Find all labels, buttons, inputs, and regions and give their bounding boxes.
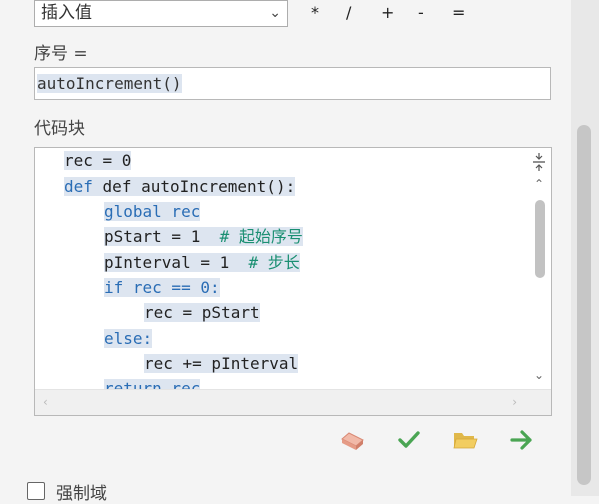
code-block-editor[interactable]: rec = 0 def def autoIncrement(): global … — [34, 147, 552, 416]
code-text: else: — [104, 329, 153, 348]
code-scroll-thumb[interactable] — [535, 200, 545, 278]
field-label: 序号 = — [34, 44, 88, 64]
open-button[interactable] — [449, 424, 481, 456]
code-line: pInterval = 1 # 步长 — [104, 250, 300, 275]
expression-input[interactable]: autoIncrement() — [34, 67, 551, 100]
verify-button[interactable] — [393, 424, 425, 456]
code-text: rec += pInterval — [144, 354, 299, 373]
arrow-right-icon — [510, 430, 532, 450]
chevron-down-icon: ⌄ — [269, 5, 281, 21]
eraser-icon — [341, 432, 364, 450]
panel-scroll-thumb[interactable] — [577, 125, 591, 485]
code-text: pInterval = 1 — [104, 253, 230, 272]
checkmark-icon — [398, 431, 420, 448]
code-comment: # 起始序号 — [219, 227, 303, 246]
code-line: if rec == 0: — [104, 275, 220, 300]
scroll-left-icon[interactable]: ‹ — [43, 395, 48, 409]
operator-multiply-button[interactable]: * — [311, 3, 319, 22]
code-text: rec = pStart — [144, 303, 260, 322]
scroll-down-icon[interactable]: ⌄ — [534, 368, 544, 382]
code-text: rec = 0 — [64, 151, 132, 170]
code-line: rec = 0 — [64, 148, 132, 173]
code-line: global rec — [104, 199, 201, 224]
code-vertical-scrollbar[interactable]: ⌃ ⌄ — [527, 148, 551, 390]
scroll-up-icon[interactable]: ⌃ — [534, 177, 544, 191]
code-line: rec = pStart — [144, 300, 260, 325]
operator-minus-button[interactable]: - — [418, 3, 424, 22]
expression-value: autoIncrement() — [37, 74, 182, 93]
collapse-icon[interactable] — [532, 153, 546, 171]
code-text: def autoIncrement(): — [102, 177, 296, 196]
panel-scrollbar[interactable] — [571, 0, 599, 496]
export-button[interactable] — [506, 424, 538, 456]
operator-divide-button[interactable]: / — [346, 3, 351, 22]
code-area[interactable]: rec = 0 def def autoIncrement(): global … — [64, 148, 524, 390]
code-line: pStart = 1 # 起始序号 — [104, 224, 303, 249]
enforce-domain-checkbox[interactable] — [27, 482, 45, 500]
expression-type-value: 插入值 — [41, 3, 92, 23]
operator-plus-button[interactable]: + — [381, 3, 394, 22]
code-line: rec += pInterval — [144, 351, 299, 376]
code-comment: # 步长 — [248, 253, 300, 272]
code-block-label: 代码块 — [34, 119, 85, 139]
expression-type-select[interactable]: 插入值 ⌄ — [34, 0, 288, 27]
code-text: pStart = 1 — [104, 227, 201, 246]
open-folder-icon — [453, 433, 478, 449]
code-gutter — [35, 148, 63, 390]
code-line: else: — [104, 326, 153, 351]
scroll-right-icon[interactable]: › — [512, 395, 517, 409]
operator-equals-button[interactable]: = — [452, 3, 465, 22]
code-horizontal-scrollbar[interactable]: ‹ › — [35, 389, 551, 415]
clear-button[interactable] — [336, 424, 368, 456]
code-line: def def autoIncrement(): — [64, 177, 296, 196]
code-text: global rec — [104, 202, 201, 221]
code-text: if rec == 0: — [104, 278, 220, 297]
code-line: return rec — [104, 376, 201, 390]
enforce-domain-label: 强制域 — [56, 484, 107, 504]
